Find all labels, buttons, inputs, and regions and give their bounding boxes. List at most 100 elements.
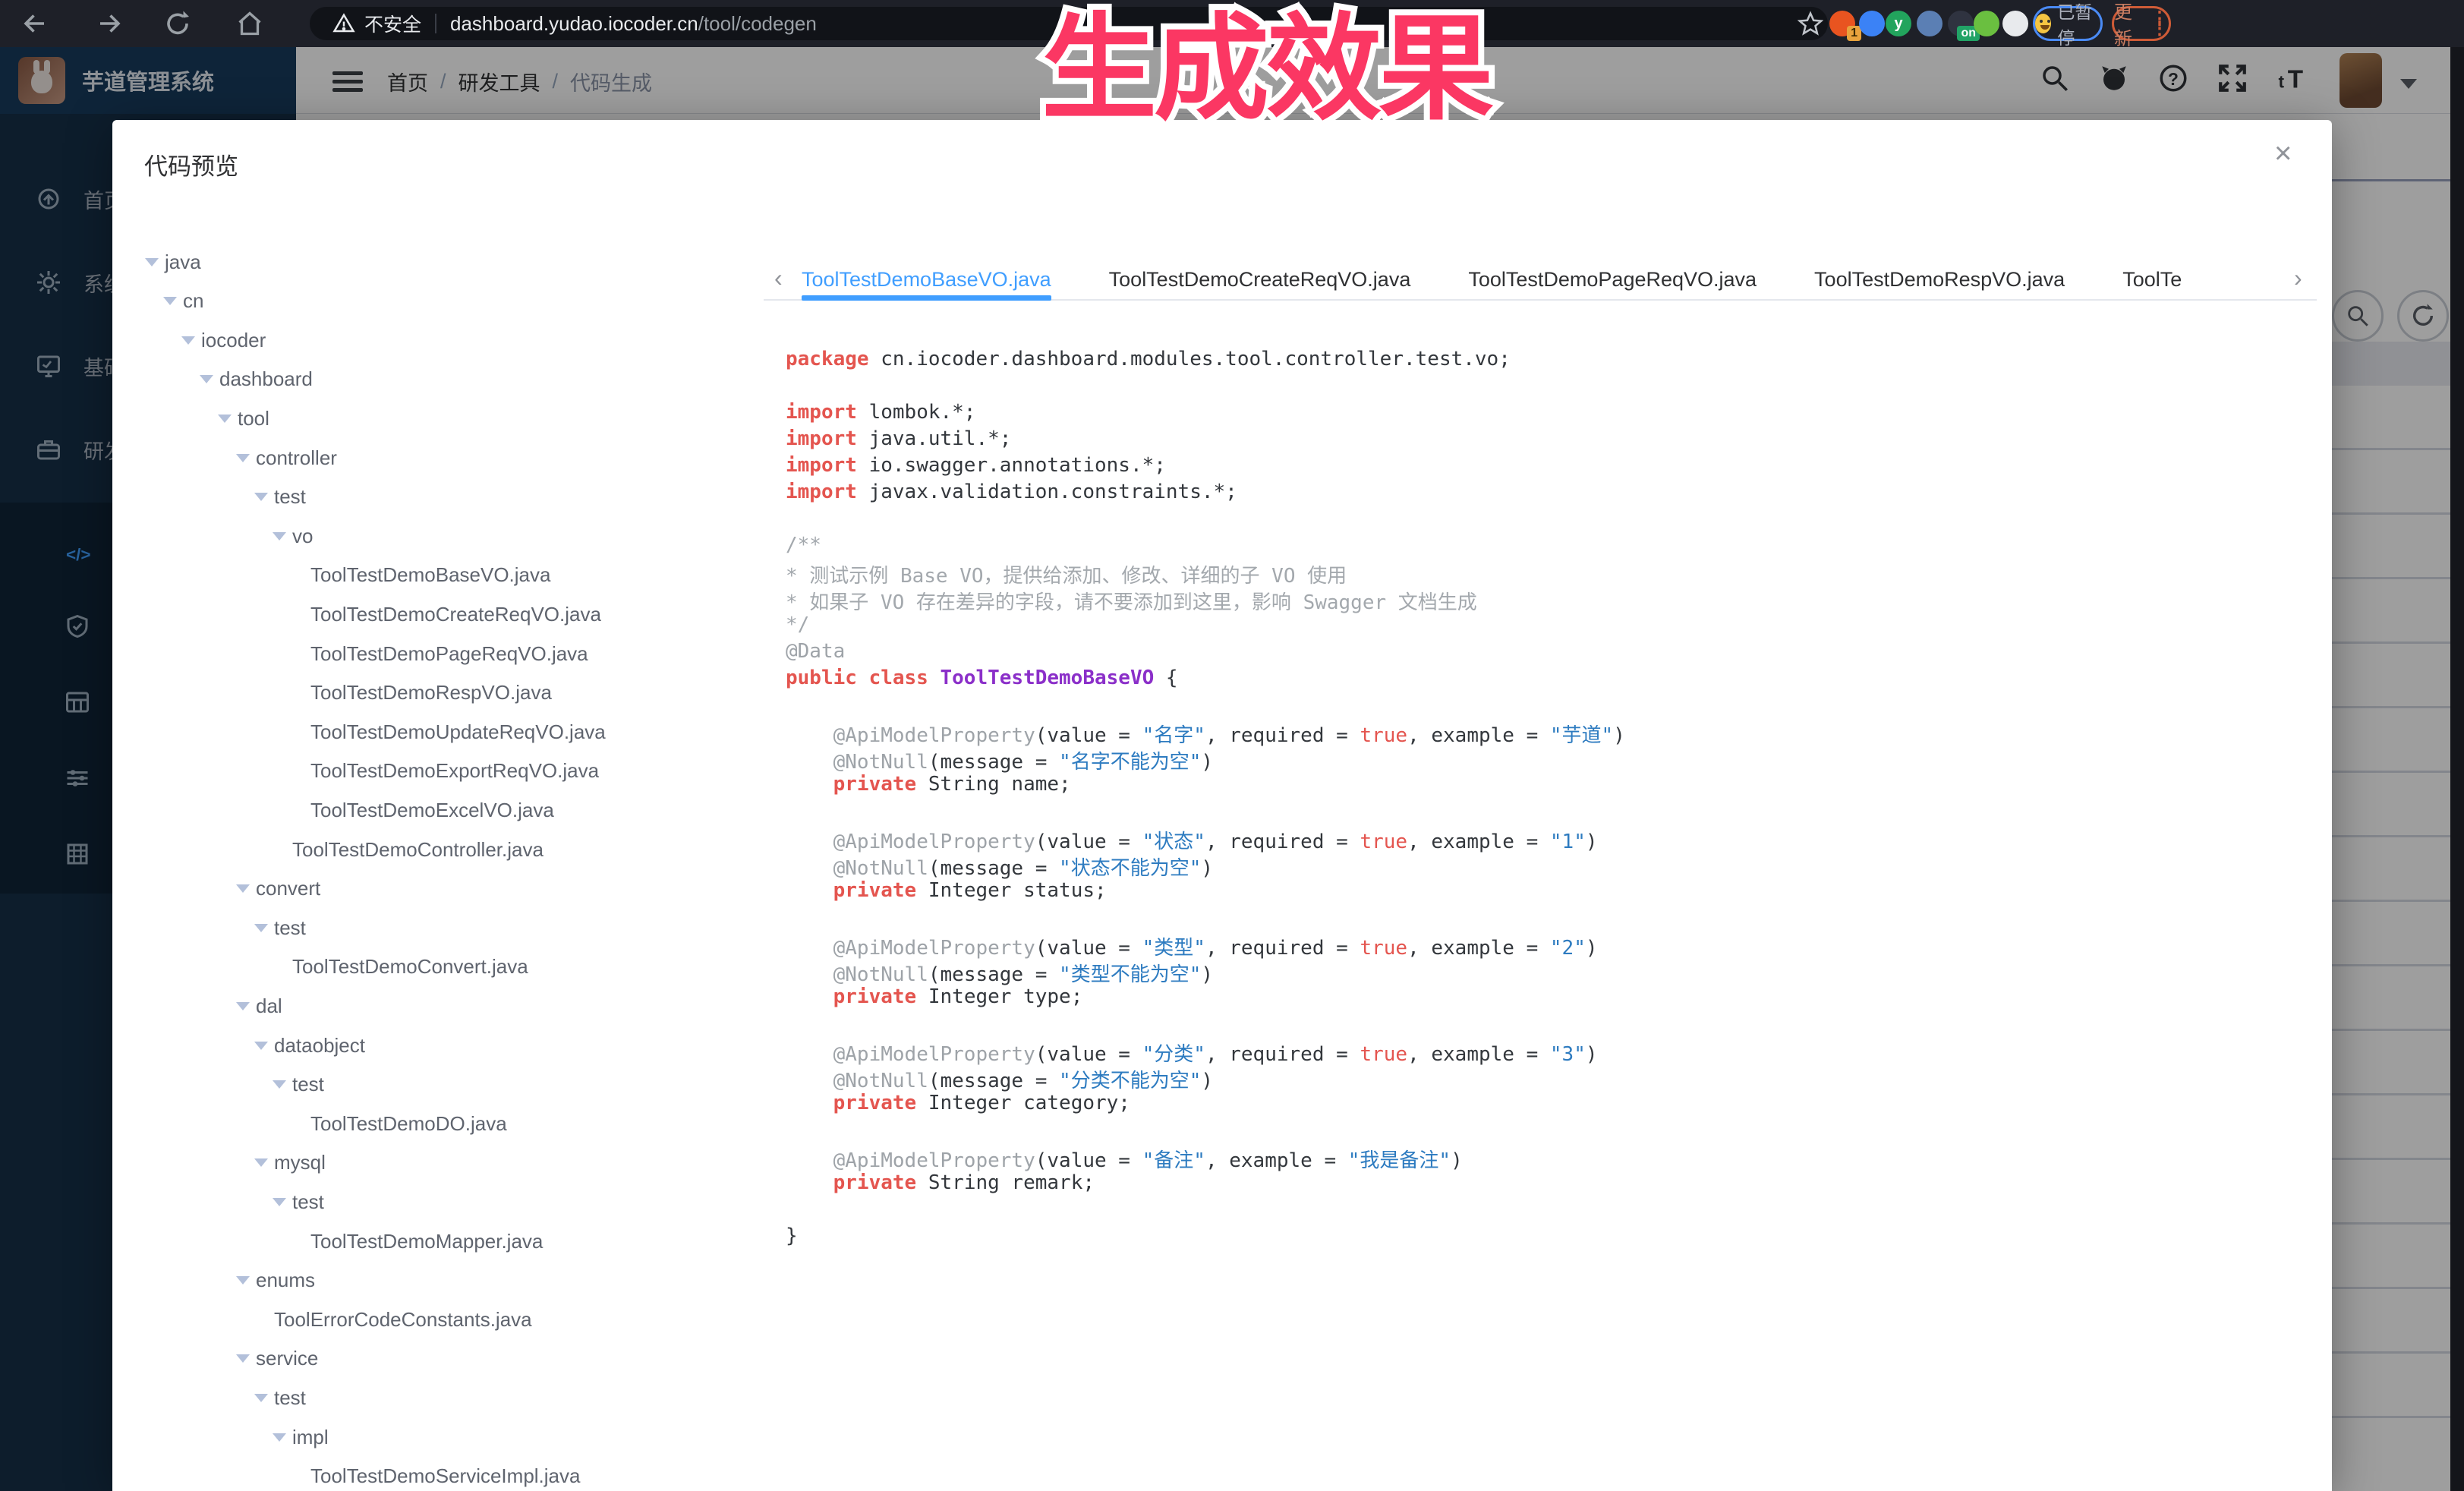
tree-node-label: controller [256,446,337,470]
update-button[interactable]: 更新 ⋮⋮ [2112,6,2171,41]
url-path: /tool/codegen [698,12,817,36]
tree-node[interactable]: test [112,478,765,517]
code-line [786,374,2311,401]
tree-node[interactable]: mysql [112,1143,765,1183]
paused-extension-badge[interactable]: 已暂停 [2033,6,2103,41]
caret-down-icon[interactable] [236,1276,250,1285]
address-divider [435,14,436,33]
file-tab[interactable]: ToolTestDemoRespVO.java [1814,258,2065,301]
tree-node-label: ToolTestDemoController.java [292,838,544,862]
url-host: dashboard.yudao.iocoder.cn [450,12,698,36]
tree-node[interactable]: ToolTestDemoDO.java [112,1104,765,1143]
drop-extension-icon[interactable] [1859,11,1885,36]
code-line: private Integer status; [786,879,2311,906]
code-line: @Data [786,640,2311,667]
tree-node[interactable]: test [112,1065,765,1105]
leaf-extension-icon[interactable] [1974,11,1999,36]
tree-node[interactable]: test [112,1182,765,1221]
file-tab[interactable]: ToolTe [2122,258,2182,301]
tampermonkey-extension-icon[interactable]: on [1948,11,1974,36]
tree-node[interactable]: ToolTestDemoBaseVO.java [112,556,765,595]
caret-down-icon[interactable] [254,1158,268,1167]
tree-node[interactable]: dataobject [112,1026,765,1065]
tree-node[interactable]: enums [112,1261,765,1300]
tree-node[interactable]: ToolTestDemoExcelVO.java [112,790,765,830]
tree-node[interactable]: ToolTestDemoPageReqVO.java [112,634,765,673]
tree-node-label: ToolTestDemoServiceImpl.java [310,1464,580,1488]
caret-down-icon[interactable] [236,1354,250,1363]
tree-node[interactable]: test [112,1378,765,1417]
puzzle-extension-icon[interactable] [2002,11,2028,36]
forward-icon[interactable] [96,10,123,37]
caret-down-icon[interactable] [200,375,213,383]
tree-node[interactable]: ToolTestDemoController.java [112,830,765,869]
tree-node[interactable]: dal [112,986,765,1026]
code-line: package cn.iocoder.dashboard.modules.too… [786,348,2311,374]
code-line: } [786,1225,2311,1251]
caret-down-icon[interactable] [254,1394,268,1402]
tree-node[interactable]: ToolTestDemoCreateReqVO.java [112,594,765,634]
file-tab[interactable]: ToolTestDemoCreateReqVO.java [1109,258,1411,301]
caret-down-icon[interactable] [236,884,250,893]
tree-node-label: ToolErrorCodeConstants.java [274,1308,532,1332]
reload-icon[interactable] [164,10,191,37]
caret-down-icon[interactable] [273,1198,286,1206]
caret-down-icon[interactable] [236,1002,250,1010]
tree-node[interactable]: ToolTestDemoMapper.java [112,1221,765,1261]
code-line: import java.util.*; [786,427,2311,454]
code-line: private Integer type; [786,985,2311,1012]
file-tab[interactable]: ToolTestDemoBaseVO.java [802,258,1051,301]
caret-down-icon[interactable] [273,532,286,541]
scrollbar[interactable] [2450,47,2464,1491]
code-line [786,1012,2311,1039]
annotation-fill: 生成效果 [1041,5,1491,134]
code-line: @ApiModelProperty(value = "分类", required… [786,1039,2311,1065]
tabs-prev-icon[interactable]: ‹ [774,264,783,292]
tree-node[interactable]: ToolTestDemoServiceImpl.java [112,1457,765,1491]
caret-down-icon[interactable] [254,1042,268,1050]
tree-node[interactable]: ToolTestDemoExportReqVO.java [112,752,765,791]
tree-node[interactable]: java [112,242,765,282]
tree-node[interactable]: convert [112,869,765,909]
tree-node[interactable]: ToolErrorCodeConstants.java [112,1300,765,1339]
tree-node[interactable]: cn [112,282,765,321]
tree-node[interactable]: tool [112,399,765,438]
caret-down-icon[interactable] [254,924,268,932]
screen: 芋道管理系统 首页系统基础研发</>代代表系数 首页/研发工具/代码生成 ? t… [0,0,2464,1491]
caret-down-icon[interactable] [273,1080,286,1089]
tree-node[interactable]: dashboard [112,360,765,399]
green-y-extension-icon[interactable]: y [1886,11,1911,36]
caret-down-icon[interactable] [254,493,268,501]
caret-down-icon[interactable] [273,1433,286,1442]
security-label[interactable]: 不安全 [364,10,421,37]
tree-node[interactable]: ToolTestDemoConvert.java [112,947,765,987]
tree-node[interactable]: service [112,1339,765,1379]
code-line: @ApiModelProperty(value = "名字", required… [786,720,2311,746]
caret-down-icon[interactable] [163,297,177,305]
tree-node[interactable]: test [112,908,765,947]
tree-node[interactable]: controller [112,438,765,478]
caret-down-icon[interactable] [218,415,232,423]
ubuntu-extension-icon[interactable]: 1 [1829,11,1855,36]
tree-node-label: convert [256,877,320,900]
tree-node[interactable]: iocoder [112,320,765,360]
tabs-next-icon[interactable]: › [2294,264,2302,292]
caret-down-icon[interactable] [236,454,250,462]
code-line: @NotNull(message = "类型不能为空") [786,959,2311,985]
caret-down-icon[interactable] [145,258,159,266]
tree-node[interactable]: ToolTestDemoRespVO.java [112,673,765,713]
caret-down-icon[interactable] [181,336,195,345]
tree-node[interactable]: ToolTestDemoUpdateReqVO.java [112,712,765,752]
tree-node-label: ToolTestDemoDO.java [310,1112,507,1136]
back-icon[interactable] [21,10,49,37]
tree-node-label: ToolTestDemoExcelVO.java [310,799,554,822]
grid-extension-icon[interactable] [1917,11,1943,36]
menu-dots-icon[interactable]: ⋮⋮ [2150,14,2169,33]
close-icon[interactable]: × [2274,137,2292,171]
tree-node[interactable]: vo [112,516,765,556]
tree-node-label: test [274,485,306,509]
file-tab[interactable]: ToolTestDemoPageReqVO.java [1468,258,1757,301]
bookmark-star-icon[interactable] [1798,11,1823,36]
tree-node[interactable]: impl [112,1417,765,1457]
home-icon[interactable] [236,10,263,37]
